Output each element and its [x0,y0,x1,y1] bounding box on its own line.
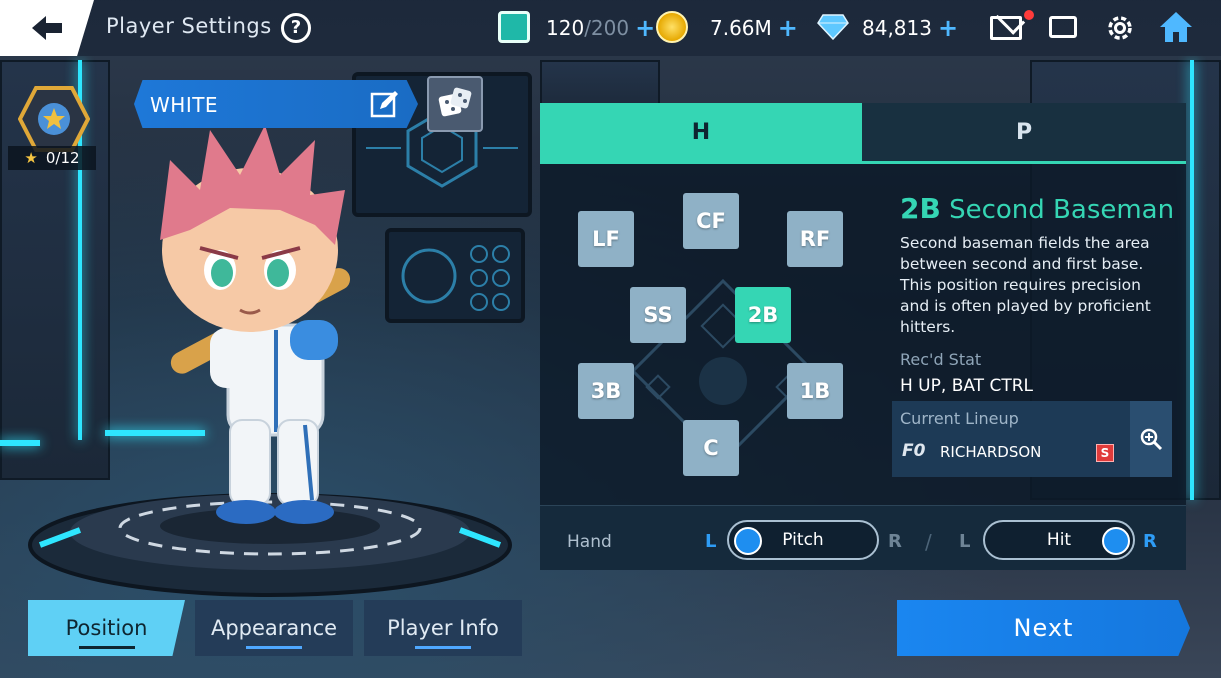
position-c-button[interactable]: C [683,420,739,476]
randomize-dice-button[interactable] [427,76,483,132]
position-panel: H P LF CF RF SS 2B 3B 1B C 2B Second Bas… [540,103,1186,570]
player-character [160,125,351,524]
current-lineup-card[interactable]: Current Lineup F0 RICHARDSON S [892,401,1130,477]
zoom-button[interactable] [1130,401,1172,477]
star-count-value: 0/12 [45,149,80,167]
tab-underline [246,646,302,649]
background-neon [1190,60,1194,500]
tab-underline [415,646,471,649]
position-1b-button[interactable]: 1B [787,363,843,419]
star-count: ★ 0/12 [8,146,96,170]
add-stamina-button[interactable]: + [635,14,655,42]
position-2b-button[interactable]: 2B [735,287,791,343]
stamina-current: 120 [546,16,585,40]
help-icon[interactable]: ? [281,13,311,43]
position-lf-button[interactable]: LF [578,211,634,267]
position-code: 2B [900,192,941,225]
add-gem-button[interactable]: + [938,14,958,42]
gear-icon[interactable] [1104,12,1136,44]
stamina-max: /200 [584,16,630,40]
background-neon [0,440,40,446]
lineup-player-name: RICHARDSON [940,443,1042,461]
tab-underline [540,161,1186,164]
hit-toggle-label: Hit [1046,530,1072,550]
pitch-hand-toggle[interactable]: Pitch [727,520,879,560]
pitch-left-label: L [705,531,717,552]
position-description: Second baseman fields the area between s… [900,234,1151,336]
home-icon[interactable] [1158,10,1194,44]
hit-right-label: R [1143,531,1157,552]
back-arrow-icon [32,16,62,40]
player-name-tag[interactable]: WHITE [134,80,418,128]
gold-coin-icon [656,11,688,43]
tab-appearance-label: Appearance [210,616,338,640]
chat-icon[interactable] [1049,16,1077,38]
next-button[interactable]: Next [897,600,1190,656]
position-name: Second Baseman [949,195,1175,225]
tab-hitter[interactable]: H [540,103,862,161]
star-icon: ★ [24,149,38,167]
tab-appearance[interactable]: Appearance [195,600,353,656]
gem-amount: 84,813 [862,16,932,40]
tab-position-label: Position [65,616,148,640]
stamina-display: 120/200 + [546,14,655,42]
tab-pitcher[interactable]: P [862,103,1186,161]
tab-player-info[interactable]: Player Info [364,600,522,656]
hand-label: Hand [567,532,612,552]
hit-left-label: L [959,531,971,552]
notification-dot [1024,10,1034,20]
gem-display: 84,813 + [862,14,958,42]
rank-badge-icon [18,86,90,152]
gold-display: 7.66M + [710,14,798,42]
tab-player-info-label: Player Info [387,616,499,640]
mail-icon[interactable] [990,16,1022,40]
gem-icon [817,14,849,40]
hit-hand-toggle[interactable]: Hit [983,520,1135,560]
position-rf-button[interactable]: RF [787,211,843,267]
hand-settings-row: Hand L Pitch R / L Hit R [540,505,1186,570]
tab-underline [78,646,135,649]
position-title: 2B Second Baseman [900,192,1174,225]
dice-icon [438,87,472,117]
current-lineup-label: Current Lineup [900,409,1019,428]
baseball-field: LF CF RF SS 2B 3B 1B C [558,181,888,501]
position-3b-button[interactable]: 3B [578,363,634,419]
gold-amount: 7.66M [710,16,772,40]
recommended-stat-label: Rec'd Stat [900,350,982,369]
player-name: WHITE [150,93,219,117]
hand-separator: / [925,530,932,554]
back-button[interactable] [0,0,94,56]
position-ss-button[interactable]: SS [630,287,686,343]
pitch-right-label: R [888,531,902,552]
pitch-toggle-label: Pitch [782,530,824,550]
position-cf-button[interactable]: CF [683,193,739,249]
magnify-plus-icon [1140,428,1163,451]
recommended-stat-value: H UP, BAT CTRL [900,376,1033,396]
grade-badge: S [1096,444,1114,462]
page-title: Player Settings [106,14,272,38]
top-bar: Player Settings ? 120/200 + 7.66M + 84,8… [0,0,1221,56]
add-gold-button[interactable]: + [778,14,798,42]
tab-position[interactable]: Position [28,600,185,656]
stamina-icon [498,11,530,43]
edit-icon[interactable] [370,89,400,119]
player-card-badge: F0 [902,441,926,461]
